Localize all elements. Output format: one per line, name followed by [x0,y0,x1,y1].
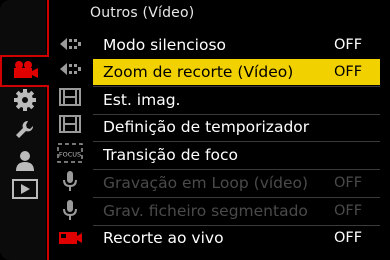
menu-item-6: Gravação em Loop (vídeo) OFF [93,170,380,196]
menu-item-label: Grav. ficheiro segmentado [103,202,308,220]
crop-video-icon [59,232,82,244]
menu-item-label: Definição de temporizador [103,118,310,136]
focus-icon-text: FOCUS [59,151,81,159]
menu-item-2[interactable]: Zoom de recorte (Vídeo) OFF [93,59,380,85]
menu-item-value: OFF [334,64,363,80]
sub-icon-af-video-1 [55,33,85,55]
category-custom[interactable] [8,148,42,174]
microphone-icon [63,200,77,220]
sub-icon-film-2 [55,113,85,135]
menu-item-8[interactable]: Recorte ao vivo OFF [93,225,380,251]
gear-icon [14,89,36,111]
sub-icon-focus: FOCUS [55,142,85,164]
video-camera-icon [14,61,38,78]
category-playback[interactable] [8,176,42,202]
menu-item-3[interactable]: Est. imag. [93,87,380,113]
sub-icon-film-1 [55,86,85,108]
menu-item-label: Zoom de recorte (Vídeo) [103,63,294,81]
menu-item-label: Est. imag. [103,91,181,109]
menu-item-4[interactable]: Definição de temporizador [93,114,380,140]
menu-item-label: Modo silencioso [103,36,227,54]
category-setup[interactable] [8,87,42,113]
menu-item-value: OFF [334,230,363,246]
wrench-icon [16,120,34,138]
menu-item-value: OFF [334,203,363,219]
menu-title: Outros (Vídeo) [90,5,195,21]
playback-icon [12,179,38,199]
camera-menu-screen: Outros (Vídeo) FOCUS Modo silencioso OFF… [0,0,390,260]
menu-item-7: Grav. ficheiro segmentado OFF [93,198,380,224]
menu-item-label: Recorte ao vivo [103,229,224,247]
category-video[interactable] [8,57,42,83]
focus-icon: FOCUS [57,143,83,163]
sub-icon-af-video-2 [55,58,85,80]
category-tools[interactable] [8,117,42,143]
menu-item-1[interactable]: Modo silencioso OFF [93,32,380,58]
film-icon [59,115,81,133]
category-column [0,0,49,260]
sub-icon-mic-1 [55,170,85,192]
microphone-icon [63,171,77,191]
sub-icon-column: FOCUS [49,0,89,260]
menu-item-value: OFF [334,175,363,191]
menu-item-label: Transição de foco [103,146,238,164]
menu-item-value: OFF [334,37,363,53]
video-af-icon [60,63,81,75]
menu-item-5[interactable]: Transição de foco [93,142,380,168]
film-icon [59,88,81,106]
sub-icon-crop-video [55,227,85,249]
sub-icon-mic-2 [55,199,85,221]
menu-item-label: Gravação em Loop (vídeo) [103,174,309,192]
video-af-icon [60,38,81,50]
person-icon [16,151,34,171]
